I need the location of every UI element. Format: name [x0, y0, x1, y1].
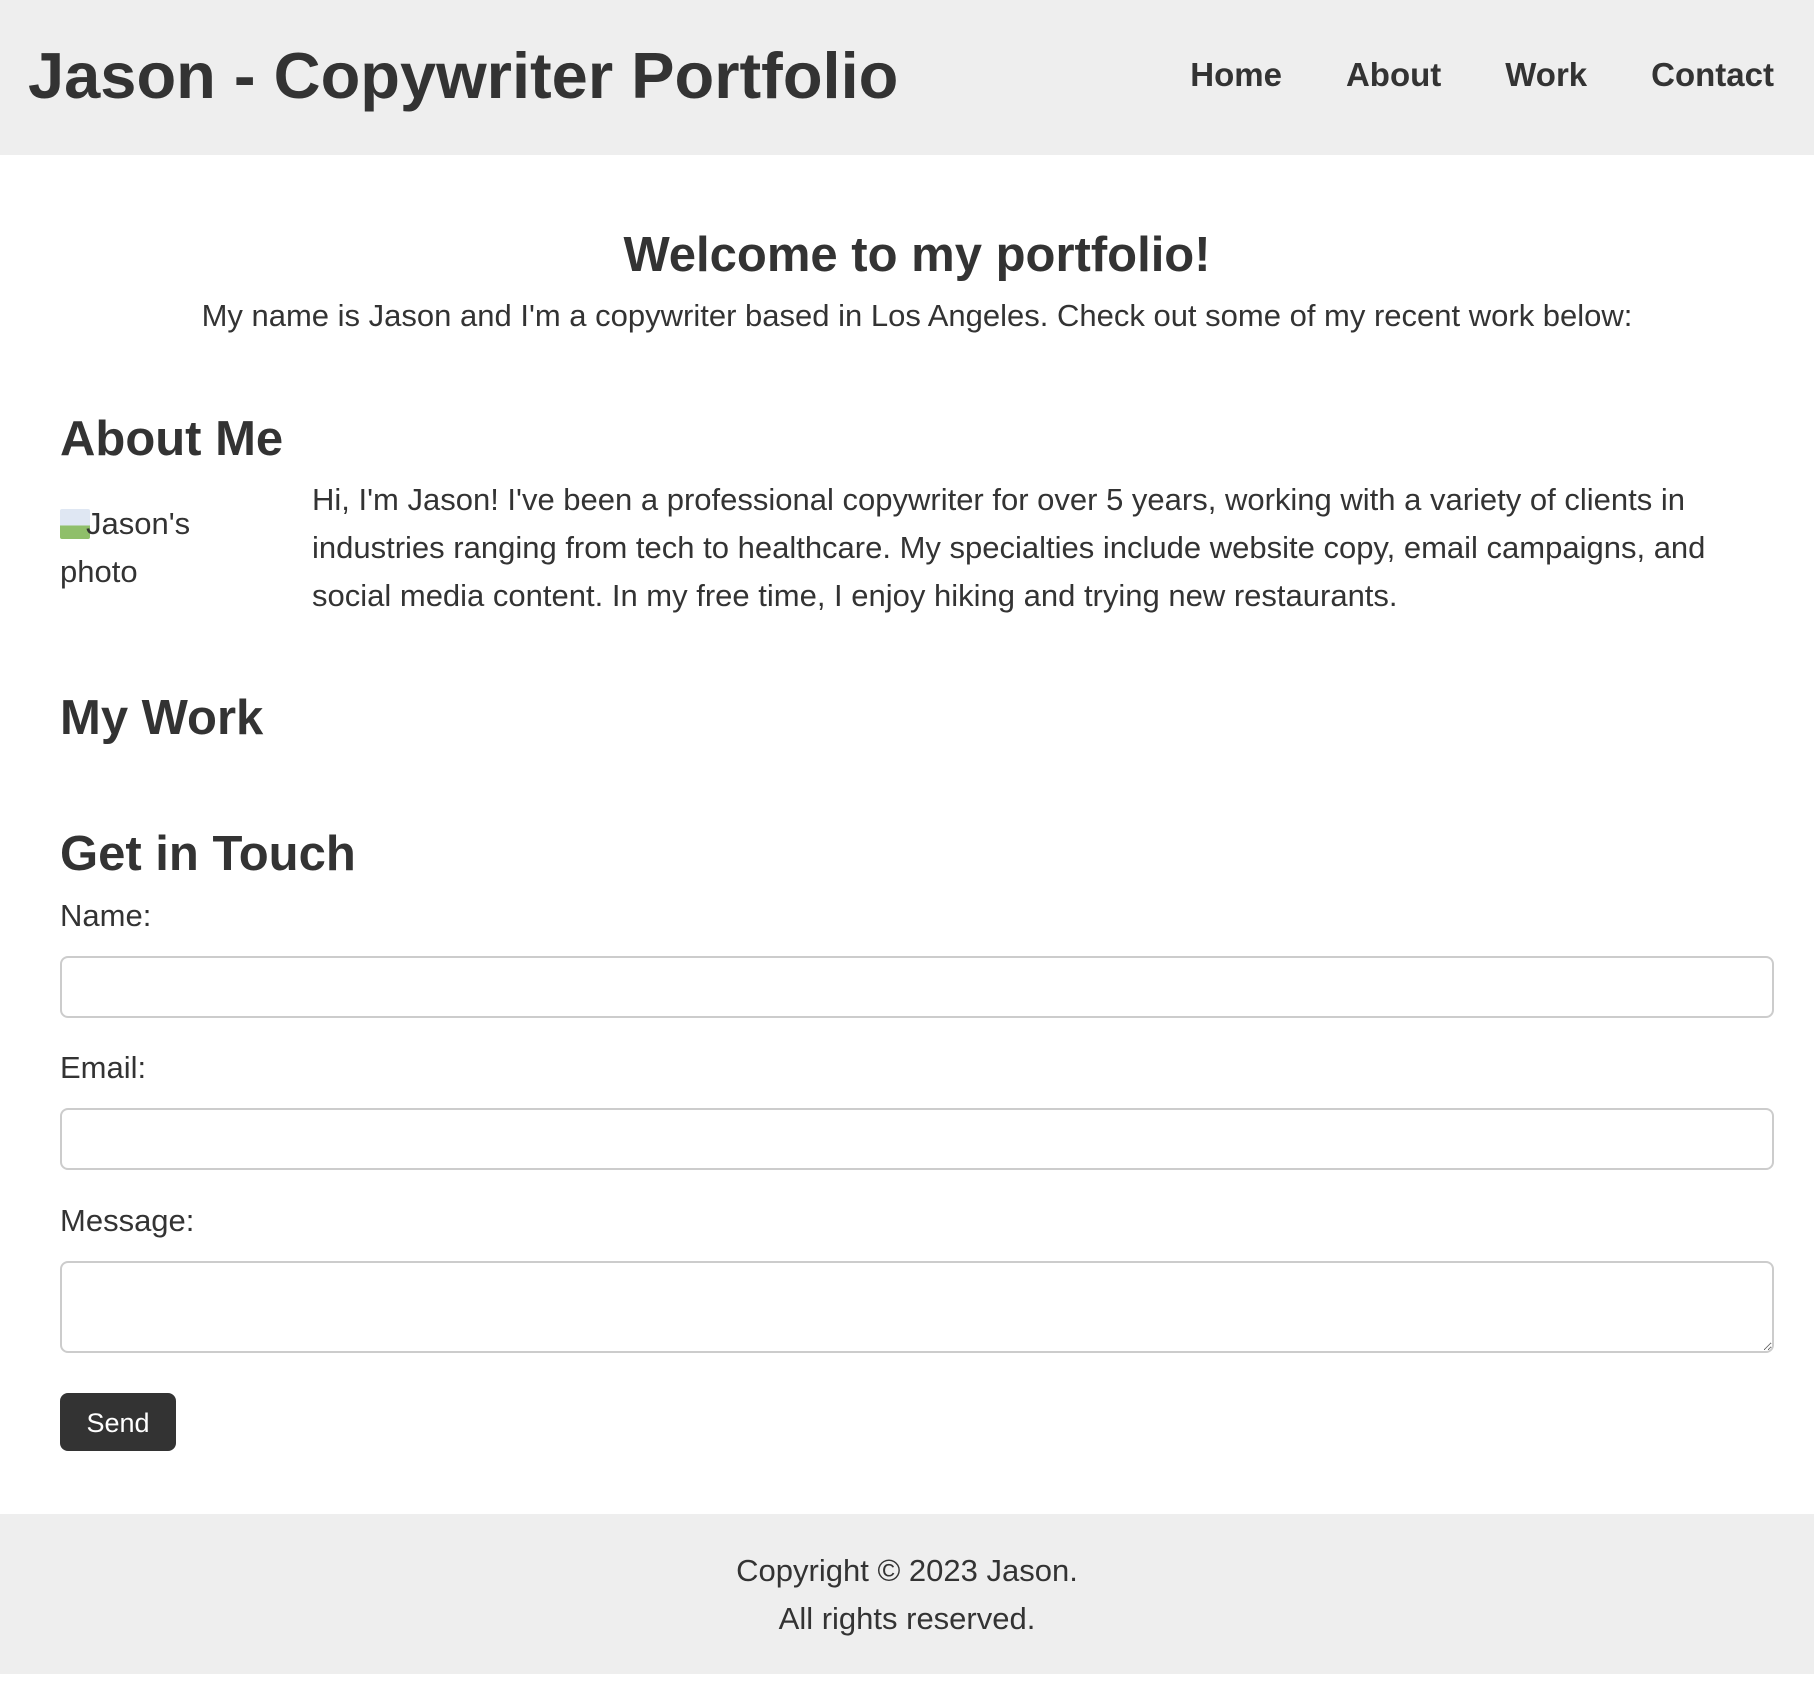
- about-heading: About Me: [60, 412, 284, 466]
- message-textarea[interactable]: [60, 1261, 1774, 1353]
- name-label: Name:: [60, 898, 152, 933]
- contact-heading: Get in Touch: [60, 827, 356, 881]
- welcome-heading: Welcome to my portfolio!: [623, 228, 1211, 282]
- nav-link-about[interactable]: About: [1346, 52, 1441, 98]
- nav-link-work[interactable]: Work: [1505, 52, 1587, 98]
- send-button[interactable]: Send: [60, 1393, 176, 1451]
- site-footer: Copyright © 2023 Jason. All rights reser…: [0, 1514, 1814, 1674]
- main-nav: Home About Work Contact: [1190, 52, 1774, 98]
- message-label: Message:: [60, 1203, 195, 1238]
- site-title: Jason - Copywriter Portfolio: [28, 39, 899, 112]
- footer-rights: All rights reserved.: [778, 1601, 1036, 1636]
- work-heading: My Work: [60, 691, 264, 745]
- email-label: Email:: [60, 1050, 147, 1085]
- profile-photo: Jason's photo: [60, 500, 260, 596]
- name-input[interactable]: [60, 956, 1774, 1018]
- nav-link-contact[interactable]: Contact: [1651, 52, 1774, 98]
- site-header: Jason - Copywriter Portfolio Home About …: [0, 0, 1814, 155]
- email-input[interactable]: [60, 1108, 1774, 1170]
- about-text: Hi, I'm Jason! I've been a professional …: [312, 482, 1706, 613]
- nav-link-home[interactable]: Home: [1190, 52, 1282, 98]
- welcome-text: My name is Jason and I'm a copywriter ba…: [201, 298, 1633, 333]
- footer-copyright: Copyright © 2023 Jason.: [736, 1553, 1078, 1588]
